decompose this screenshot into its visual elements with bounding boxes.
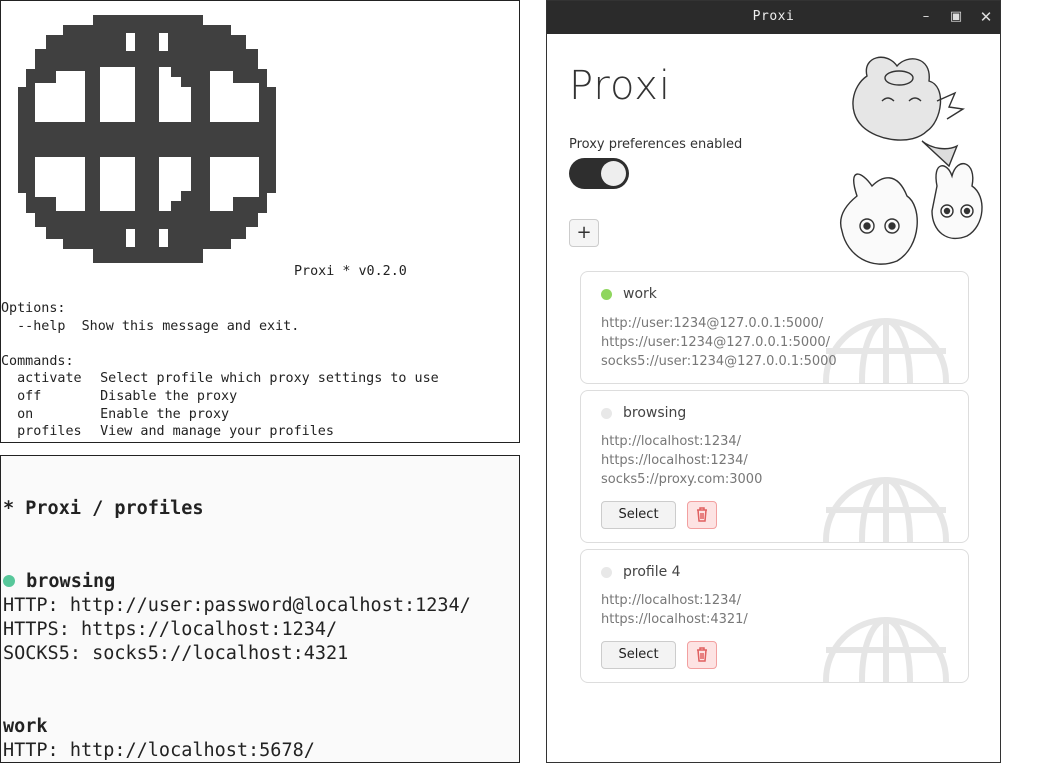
app-logo: Proxi [569, 63, 672, 109]
profile-line: SOCKS5: socks5://localhost:4321 [3, 643, 349, 664]
toggle-label: Proxy preferences enabled [569, 137, 743, 152]
options-heading: Options: [1, 301, 66, 316]
delete-button[interactable] [687, 641, 717, 669]
profile-url: http://localhost:1234/ [601, 593, 742, 608]
active-dot-icon [3, 575, 15, 587]
status-dot-active [601, 289, 612, 300]
command-row: on Enable the proxy [17, 406, 230, 422]
mascot-illustration [840, 56, 983, 265]
profile-heading-work: work [3, 716, 48, 737]
profile-url: https://user:1234@127.0.0.1:5000/ [601, 335, 831, 350]
trash-icon [697, 507, 707, 522]
profile-name: work [623, 286, 657, 302]
trash-icon [697, 647, 707, 662]
commands-heading: Commands: [1, 353, 74, 369]
terminal-profiles-window: * Proxi / profiles browsing HTTP: http:/… [0, 455, 520, 763]
minimize-icon[interactable]: – [917, 7, 935, 27]
select-button[interactable]: Select [601, 641, 676, 669]
select-button[interactable]: Select [601, 501, 676, 529]
globe-icon [823, 318, 949, 383]
profile-url: http://user:1234@127.0.0.1:5000/ [601, 316, 824, 331]
profile-url: https://localhost:1234/ [601, 453, 748, 468]
version-text: Proxi * v0.2.0 [294, 264, 407, 279]
profile-url: socks5://user:1234@127.0.0.1:5000 [601, 354, 837, 369]
option-row: --help Show this message and exit. [17, 318, 300, 334]
profile-name: profile 4 [623, 564, 681, 580]
titlebar: Proxi – ▣ ✕ [547, 1, 1000, 34]
profile-card-browsing[interactable]: browsing http://localhost:1234/ https://… [580, 390, 969, 543]
profile-line: HTTP: http://user:password@localhost:123… [3, 595, 471, 616]
profile-heading-browsing: browsing [3, 571, 115, 592]
terminal-help-window: Proxi * v0.2.0 Options: --help Show this… [0, 0, 520, 443]
close-icon[interactable]: ✕ [977, 7, 995, 27]
proxi-logo-icon [18, 15, 276, 263]
proxy-enabled-toggle[interactable] [569, 158, 629, 189]
profile-url: socks5://proxy.com:3000 [601, 472, 763, 487]
profile-card-work[interactable]: work http://user:1234@127.0.0.1:5000/ ht… [580, 271, 969, 384]
command-row: profiles View and manage your profiles [17, 424, 334, 440]
profile-line: HTTP: http://localhost:5678/ [3, 740, 315, 761]
globe-icon [823, 477, 949, 542]
proxi-app-window: Proxi – ▣ ✕ Proxi Proxy preferences enab… [546, 0, 1001, 763]
maximize-icon[interactable]: ▣ [947, 7, 965, 27]
delete-button[interactable] [687, 501, 717, 529]
profile-card-profile-4[interactable]: profile 4 http://localhost:1234/ https:/… [580, 549, 969, 683]
profile-url: https://localhost:4321/ [601, 612, 748, 627]
add-profile-button[interactable]: + [569, 219, 599, 247]
profiles-title: * Proxi / profiles [3, 498, 204, 519]
command-row: off Disable the proxy [17, 388, 238, 404]
globe-icon [823, 617, 949, 682]
profile-url: http://localhost:1234/ [601, 434, 742, 449]
toggle-knob [601, 161, 626, 186]
command-row: activate Select profile which proxy setti… [17, 371, 439, 387]
profile-line: HTTPS: https://localhost:1234/ [3, 619, 338, 640]
status-dot-inactive [601, 567, 612, 578]
profile-name: browsing [623, 405, 687, 421]
status-dot-inactive [601, 408, 612, 419]
